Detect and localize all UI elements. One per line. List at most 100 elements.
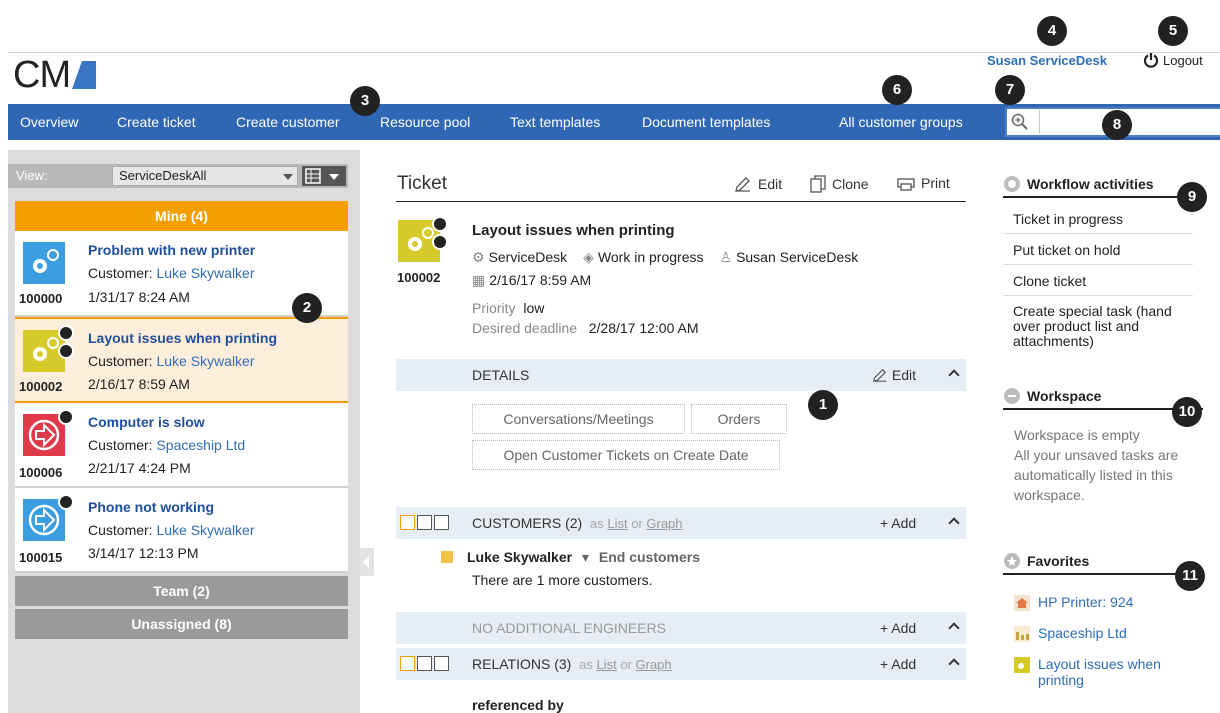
favorite-label: Layout issues when printing — [1038, 656, 1161, 688]
collapse-sidebar-button[interactable] — [360, 548, 374, 576]
chevron-down-icon[interactable]: ▾ — [582, 549, 589, 565]
add-relation-button[interactable]: + Add — [880, 656, 916, 672]
ticket-id: 100015 — [19, 550, 63, 565]
workflow-header: Workflow activities — [1003, 172, 1203, 198]
detail-chip[interactable]: Orders — [691, 404, 787, 434]
print-button[interactable]: Print — [897, 175, 950, 191]
workflow-item[interactable]: Create special task (hand over product l… — [1003, 304, 1193, 355]
favorite-item[interactable]: HP Printer: 924 — [1014, 594, 1133, 611]
edit-button[interactable]: Edit — [734, 175, 782, 193]
customers-section-header[interactable]: CUSTOMERS (2) as List or Graph + Add — [396, 507, 966, 539]
workflow-item[interactable]: Ticket in progress — [1003, 211, 1193, 234]
factory-icon — [1014, 626, 1030, 642]
graph-view-link[interactable]: Graph — [646, 516, 682, 531]
favorite-item[interactable]: Layout issues when printing — [1014, 656, 1194, 688]
customer-name[interactable]: Luke Skywalker — [467, 549, 572, 565]
workflow-title: Workflow activities — [1027, 176, 1154, 192]
ticket-title[interactable]: Layout issues when printing — [88, 330, 277, 346]
nav-overview[interactable]: Overview — [20, 104, 78, 140]
ticket-status: ◈ Work in progress — [583, 249, 703, 266]
detail-chip[interactable]: Open Customer Tickets on Create Date — [472, 440, 780, 470]
list-view-link[interactable]: List — [607, 516, 627, 531]
nav-customer-groups[interactable]: All customer groups — [839, 104, 963, 140]
workflow-item[interactable]: Put ticket on hold — [1003, 242, 1193, 265]
list-view-icon[interactable] — [434, 656, 449, 671]
add-customer-button[interactable]: + Add — [880, 515, 916, 531]
details-edit-button[interactable]: Edit — [872, 367, 916, 383]
zoom-search-icon[interactable] — [1011, 113, 1029, 131]
view-select[interactable]: ServiceDeskAll — [112, 166, 298, 186]
callout-marker: 3 — [350, 86, 380, 116]
relations-title-text: RELATIONS (3) — [472, 656, 572, 672]
status-badge-icon — [432, 216, 448, 232]
detail-chip[interactable]: Conversations/Meetings — [472, 404, 685, 434]
list-view-link[interactable]: List — [596, 657, 616, 672]
view-toggles — [400, 515, 449, 530]
tile-view-icon[interactable] — [400, 515, 415, 530]
group-team[interactable]: Team (2) — [15, 576, 348, 606]
customer-prefix: Customer: — [88, 265, 157, 281]
card-view-icon[interactable] — [417, 515, 432, 530]
customer-type: End customers — [598, 549, 701, 565]
view-layout-button[interactable] — [302, 166, 346, 186]
customer-prefix: Customer: — [88, 353, 157, 369]
customer-link[interactable]: Spaceship Ltd — [156, 437, 245, 453]
graph-view-link[interactable]: Graph — [636, 657, 672, 672]
ticket-customer: Customer: Spaceship Ltd — [88, 437, 245, 453]
relations-section-header[interactable]: RELATIONS (3) as List or Graph + Add — [396, 648, 966, 680]
ticket-list-item[interactable]: 100015 Phone not working Customer: Luke … — [15, 488, 348, 573]
collapse-caret-icon[interactable] — [948, 622, 960, 634]
clone-button[interactable]: Clone — [810, 175, 869, 193]
workspace-title: Workspace — [1027, 388, 1102, 404]
callout-marker: 1 — [808, 390, 838, 420]
dropdown-arrow-icon — [283, 174, 293, 180]
status-badge-icon — [58, 343, 74, 359]
nav-document-templates[interactable]: Document templates — [642, 104, 770, 140]
nav-text-templates[interactable]: Text templates — [510, 104, 600, 140]
ticket-list-item-selected[interactable]: 100002 Layout issues when printing Custo… — [15, 317, 348, 403]
details-title: DETAILS — [472, 367, 530, 383]
group-mine[interactable]: Mine (4) — [15, 201, 348, 231]
customer-link[interactable]: Luke Skywalker — [156, 265, 254, 281]
logout-button[interactable]: Logout — [1143, 52, 1203, 68]
list-view-icon[interactable] — [434, 515, 449, 530]
favorite-item[interactable]: Spaceship Ltd — [1014, 625, 1127, 642]
ticket-customer: Customer: Luke Skywalker — [88, 522, 255, 538]
nav-create-ticket[interactable]: Create ticket — [117, 104, 196, 140]
card-view-icon[interactable] — [417, 656, 432, 671]
nav-create-customer[interactable]: Create customer — [236, 104, 339, 140]
tile-view-icon[interactable] — [400, 656, 415, 671]
ticket-date: 3/14/17 12:13 PM — [88, 545, 199, 561]
collapse-caret-icon[interactable] — [948, 369, 960, 381]
customer-prefix: Customer: — [88, 437, 157, 453]
ticket-list-item[interactable]: 100006 Computer is slow Customer: Spaces… — [15, 403, 348, 488]
collapse-caret-icon[interactable] — [948, 658, 960, 670]
favorites-header: Favorites — [1003, 549, 1203, 575]
engineers-section-header[interactable]: NO ADDITIONAL ENGINEERS + Add — [396, 612, 966, 644]
customer-link[interactable]: Luke Skywalker — [156, 522, 254, 538]
person-icon — [441, 551, 453, 563]
customers-title: CUSTOMERS (2) as List or Graph — [472, 515, 683, 531]
ticket-title[interactable]: Phone not working — [88, 499, 214, 515]
favorites-title: Favorites — [1027, 553, 1090, 569]
house-icon — [1014, 595, 1030, 611]
status-badge-icon — [58, 409, 74, 425]
user-name-link[interactable]: Susan ServiceDesk — [987, 53, 1107, 68]
more-customers-text: There are 1 more customers. — [472, 572, 653, 588]
ticket-title[interactable]: Problem with new printer — [88, 242, 255, 258]
priority-label: Priority — [472, 300, 516, 316]
add-engineer-button[interactable]: + Add — [880, 620, 916, 636]
collapse-caret-icon[interactable] — [948, 517, 960, 529]
details-section-header[interactable]: DETAILS Edit — [396, 359, 966, 391]
workspace-hint-text: All your unsaved tasks are automatically… — [1014, 447, 1179, 503]
nav-resource-pool[interactable]: Resource pool — [380, 104, 470, 140]
view-select-value: ServiceDeskAll — [119, 168, 207, 183]
grid-list-icon — [305, 168, 339, 184]
ticket-title[interactable]: Computer is slow — [88, 414, 205, 430]
callout-marker: 7 — [995, 75, 1025, 105]
workflow-item[interactable]: Clone ticket — [1003, 273, 1193, 296]
customer-link[interactable]: Luke Skywalker — [156, 353, 254, 369]
ticket-id: 100002 — [19, 379, 63, 394]
group-unassigned[interactable]: Unassigned (8) — [15, 609, 348, 639]
status-badge-icon — [432, 234, 448, 250]
